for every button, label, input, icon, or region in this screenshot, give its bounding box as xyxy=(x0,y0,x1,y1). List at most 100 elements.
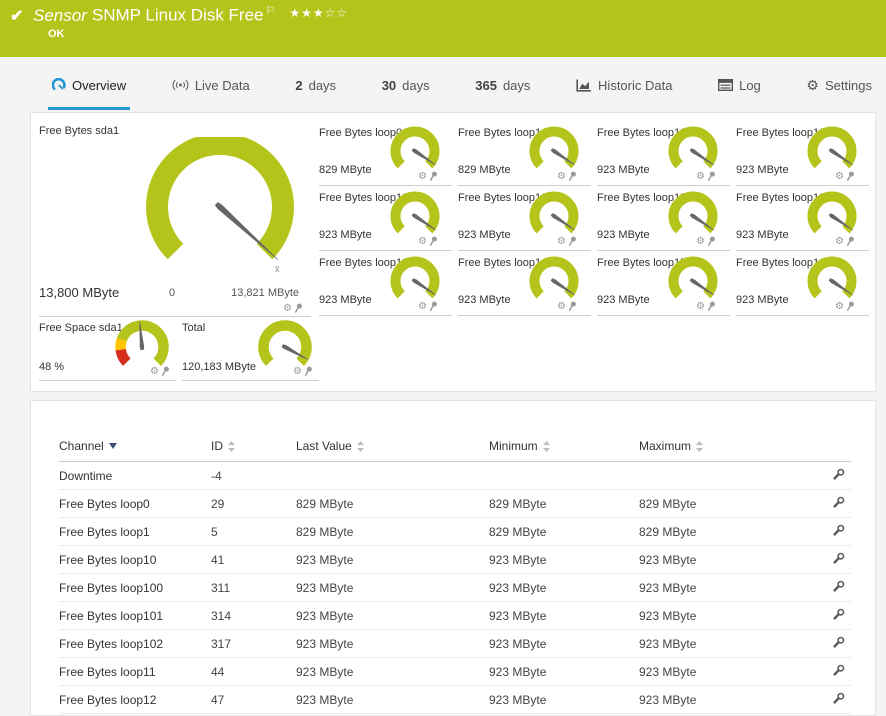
channel-settings-icon[interactable] xyxy=(832,468,845,481)
tab-live-data[interactable]: Live Data xyxy=(168,63,254,110)
table-cell-settings[interactable] xyxy=(781,490,851,518)
table-row[interactable]: Free Bytes loop100311923 MByte923 MByte9… xyxy=(59,574,851,602)
pin-icon[interactable] xyxy=(707,301,716,312)
gauge-settings-gear-icon[interactable]: ⚙ xyxy=(150,367,159,377)
pin-icon[interactable] xyxy=(568,236,577,247)
table-row[interactable]: Downtime-4 xyxy=(59,462,851,490)
gauge-settings-gear-icon[interactable]: ⚙ xyxy=(557,302,566,312)
gauge-settings-gear-icon[interactable]: ⚙ xyxy=(418,237,427,247)
tab-historic-data[interactable]: Historic Data xyxy=(572,63,676,110)
tab-365-days[interactable]: 365days xyxy=(471,63,534,110)
table-row[interactable]: Free Bytes loop101314923 MByte923 MByte9… xyxy=(59,602,851,630)
pin-icon[interactable] xyxy=(429,301,438,312)
sort-both-icon[interactable] xyxy=(696,441,703,452)
pin-icon[interactable] xyxy=(161,366,170,377)
column-header-id[interactable]: ID xyxy=(211,433,296,462)
gauge-settings-gear-icon[interactable]: ⚙ xyxy=(835,172,844,182)
channel-settings-icon[interactable] xyxy=(832,580,845,593)
gauge-settings-gear-icon[interactable]: ⚙ xyxy=(557,237,566,247)
stars-empty[interactable]: ☆☆ xyxy=(325,6,349,20)
tab-30-days[interactable]: 30days xyxy=(378,63,434,110)
column-header-maximum[interactable]: Maximum xyxy=(639,433,781,462)
channel-settings-icon[interactable] xyxy=(832,692,845,705)
table-cell-settings[interactable] xyxy=(781,574,851,602)
gauge-settings-gear-icon[interactable]: ⚙ xyxy=(283,304,292,314)
table-cell: 41 xyxy=(211,546,296,574)
channel-settings-icon[interactable] xyxy=(832,496,845,509)
channel-table-panel: ChannelIDLast ValueMinimumMaximum Downti… xyxy=(30,400,876,716)
sensor-status-header: ✔ SensorSNMP Linux Disk Free⚐★★★☆☆ OK xyxy=(0,0,886,57)
column-header-last-value[interactable]: Last Value xyxy=(296,433,489,462)
table-cell: Free Bytes loop102 xyxy=(59,630,211,658)
gauge-value: 923 MByte xyxy=(736,229,789,241)
pin-icon[interactable] xyxy=(294,303,303,314)
pin-icon[interactable] xyxy=(568,301,577,312)
column-header-channel[interactable]: Channel xyxy=(59,433,211,462)
pin-icon[interactable] xyxy=(707,236,716,247)
table-row[interactable]: Free Bytes loop029829 MByte829 MByte829 … xyxy=(59,490,851,518)
table-row[interactable]: Free Bytes loop102317923 MByte923 MByte9… xyxy=(59,630,851,658)
table-row[interactable]: Free Bytes loop1247923 MByte923 MByte923… xyxy=(59,686,851,714)
pin-icon[interactable] xyxy=(846,236,855,247)
pin-icon[interactable] xyxy=(429,236,438,247)
channel-settings-icon[interactable] xyxy=(832,608,845,621)
gauge-settings-gear-icon[interactable]: ⚙ xyxy=(696,302,705,312)
pin-icon[interactable] xyxy=(429,171,438,182)
table-cell-settings[interactable] xyxy=(781,518,851,546)
tab-log[interactable]: Log xyxy=(714,63,765,110)
sort-desc-icon[interactable] xyxy=(109,443,117,449)
flag-icon[interactable]: ⚐ xyxy=(266,5,276,17)
average-marker: x̄ xyxy=(275,264,280,274)
channel-settings-icon[interactable] xyxy=(832,552,845,565)
sort-both-icon[interactable] xyxy=(228,441,235,452)
pin-icon[interactable] xyxy=(846,171,855,182)
table-cell-settings[interactable] xyxy=(781,602,851,630)
gauge-settings-gear-icon[interactable]: ⚙ xyxy=(557,172,566,182)
tab-settings[interactable]: ⚙Settings xyxy=(802,63,876,110)
table-row[interactable]: Free Bytes loop1144923 MByte923 MByte923… xyxy=(59,658,851,686)
pin-icon[interactable] xyxy=(707,171,716,182)
gauge-settings-gear-icon[interactable]: ⚙ xyxy=(696,237,705,247)
channel-settings-icon[interactable] xyxy=(832,524,845,537)
gauge-settings-gear-icon[interactable]: ⚙ xyxy=(418,172,427,182)
pin-icon[interactable] xyxy=(568,171,577,182)
gauge-cell-icons: ⚙ xyxy=(418,236,438,247)
channel-settings-icon[interactable] xyxy=(832,664,845,677)
gauge-value: 48 % xyxy=(39,361,64,373)
gauge-settings-gear-icon[interactable]: ⚙ xyxy=(293,367,302,377)
main-gauge-scale-max: 13,821 MByte xyxy=(179,287,299,299)
gauge-cell-free-space-sda1: Free Space sda148 %⚙ xyxy=(39,316,176,381)
table-cell xyxy=(639,462,781,490)
table-cell-settings[interactable] xyxy=(781,658,851,686)
gauge-settings-gear-icon[interactable]: ⚙ xyxy=(835,302,844,312)
gauge-cell-free-bytes-loop100: Free Bytes loop100923 MByte⚙ xyxy=(736,121,869,186)
tab-overview[interactable]: Overview xyxy=(48,63,130,110)
gauge-cell-total: Total120,183 MByte⚙ xyxy=(182,316,319,381)
table-cell-settings[interactable] xyxy=(781,462,851,490)
column-header-minimum[interactable]: Minimum xyxy=(489,433,639,462)
table-cell-settings[interactable] xyxy=(781,546,851,574)
table-cell-settings[interactable] xyxy=(781,630,851,658)
channel-settings-icon[interactable] xyxy=(832,636,845,649)
gauge-settings-gear-icon[interactable]: ⚙ xyxy=(418,302,427,312)
table-cell: 311 xyxy=(211,574,296,602)
pin-icon[interactable] xyxy=(846,301,855,312)
tab-2-days[interactable]: 2days xyxy=(291,63,340,110)
table-cell: -4 xyxy=(211,462,296,490)
tab-bar: Overview Live Data 2days 30days 365days Histo… xyxy=(0,57,886,110)
gauge-settings-gear-icon[interactable]: ⚙ xyxy=(835,237,844,247)
sort-both-icon[interactable] xyxy=(357,441,364,452)
gauge-cell-icons: ⚙ xyxy=(418,301,438,312)
priority-stars[interactable]: ★★★☆☆ xyxy=(289,6,348,20)
main-gauge-title: Free Bytes sda1 xyxy=(39,121,311,137)
gauge-settings-gear-icon[interactable]: ⚙ xyxy=(696,172,705,182)
sort-both-icon[interactable] xyxy=(543,441,550,452)
table-row[interactable]: Free Bytes loop1041923 MByte923 MByte923… xyxy=(59,546,851,574)
pin-icon[interactable] xyxy=(304,366,313,377)
gauge xyxy=(664,256,722,306)
gauge-value: 923 MByte xyxy=(736,294,789,306)
table-cell: 923 MByte xyxy=(639,630,781,658)
table-row[interactable]: Free Bytes loop15829 MByte829 MByte829 M… xyxy=(59,518,851,546)
stars-filled[interactable]: ★★★ xyxy=(289,6,324,20)
table-cell-settings[interactable] xyxy=(781,686,851,714)
